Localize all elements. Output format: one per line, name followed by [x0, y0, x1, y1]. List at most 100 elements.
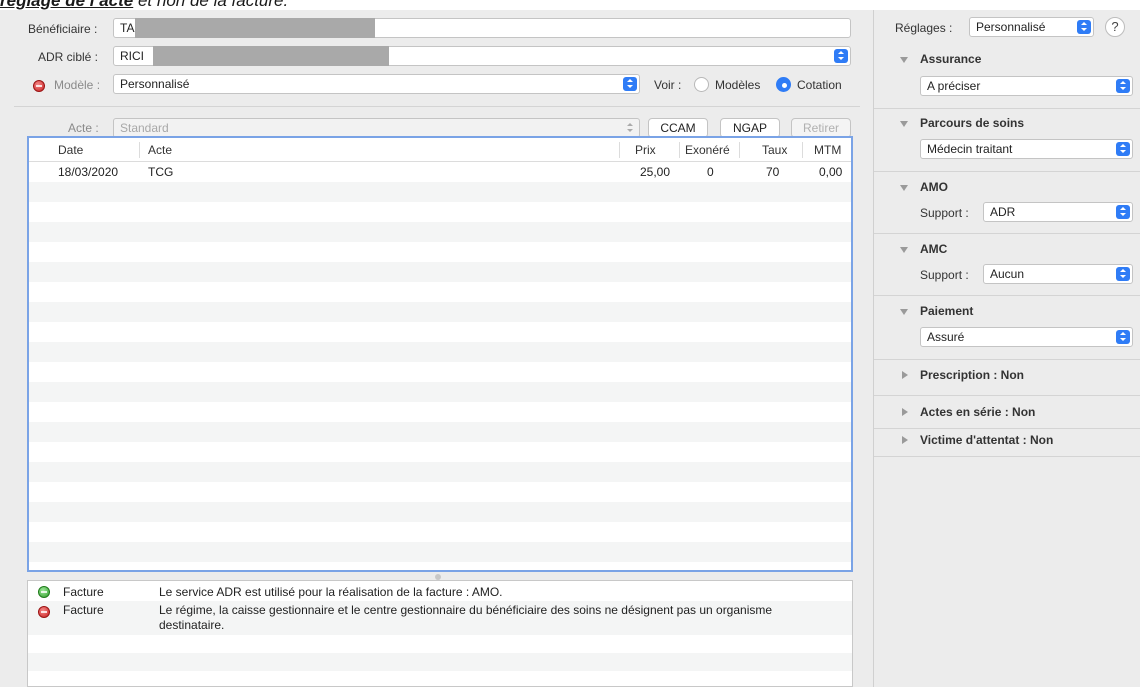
retirer-button[interactable]: Retirer: [791, 118, 851, 138]
empty-row: [29, 342, 851, 362]
column-header-mtm[interactable]: MTM: [814, 143, 841, 157]
radio-cotation[interactable]: [776, 77, 791, 92]
disclosure-open-icon[interactable]: [900, 309, 908, 315]
empty-row: [28, 671, 852, 686]
help-button[interactable]: ?: [1105, 17, 1125, 37]
success-status-icon: [38, 586, 50, 598]
amc-title[interactable]: AMC: [920, 242, 947, 256]
select-arrows-icon: [1116, 330, 1130, 344]
empty-row: [29, 382, 851, 402]
empty-row: [29, 402, 851, 422]
prescription-section[interactable]: Prescription : Non: [920, 368, 1024, 382]
error-status-icon: [33, 80, 45, 92]
ccam-button[interactable]: CCAM: [648, 118, 708, 138]
disclosure-closed-icon[interactable]: [902, 371, 908, 379]
amo-support-select[interactable]: ADR: [983, 202, 1133, 222]
reglages-select[interactable]: Personnalisé: [969, 17, 1094, 37]
settings-sidebar: Réglages : Personnalisé ? Assurance A pr…: [873, 10, 1140, 687]
assurance-title[interactable]: Assurance: [920, 52, 981, 66]
acte-select: Standard: [113, 118, 640, 138]
message-type: Facture: [63, 585, 104, 599]
column-header-exonere[interactable]: Exonéré: [685, 143, 730, 157]
separator: [874, 171, 1140, 172]
ngap-button[interactable]: NGAP: [720, 118, 780, 138]
column-header-prix[interactable]: Prix: [635, 143, 656, 157]
message-text: Le régime, la caisse gestionnaire et le …: [159, 603, 773, 632]
separator: [874, 428, 1140, 429]
cell-acte: TCG: [148, 165, 174, 179]
column-header-date[interactable]: Date: [58, 143, 83, 157]
acts-table[interactable]: Date Acte Prix Exonéré Taux MTM 18/03/20…: [27, 136, 853, 572]
select-arrows-icon: [834, 49, 848, 63]
separator: [874, 295, 1140, 296]
parcours-select[interactable]: Médecin traitant: [920, 139, 1133, 159]
messages-list[interactable]: Facture Le service ADR est utilisé pour …: [27, 580, 853, 687]
paiement-title[interactable]: Paiement: [920, 304, 973, 318]
empty-row: [29, 422, 851, 442]
select-arrows-icon: [1116, 267, 1130, 281]
select-arrows-icon: [623, 121, 637, 135]
redacted-adr: [153, 46, 389, 66]
select-arrows-icon: [1116, 142, 1130, 156]
empty-row: [29, 362, 851, 382]
paiement-select[interactable]: Assuré: [920, 327, 1133, 347]
table-row[interactable]: 18/03/2020 TCG 25,00 0 70 0,00: [29, 162, 851, 182]
select-arrows-icon: [1116, 205, 1130, 219]
victime-section[interactable]: Victime d'attentat : Non: [920, 433, 1053, 447]
separator: [874, 395, 1140, 396]
cell-prix: 25,00: [640, 165, 671, 179]
radio-modeles[interactable]: [694, 77, 709, 92]
empty-row: [29, 562, 851, 570]
amo-title[interactable]: AMO: [920, 180, 948, 194]
voir-label: Voir :: [654, 78, 682, 92]
modele-select[interactable]: Personnalisé: [113, 74, 640, 94]
column-header-acte[interactable]: Acte: [148, 143, 172, 157]
column-separator: [139, 142, 140, 158]
empty-row: [29, 282, 851, 302]
list-item[interactable]: Facture Le service ADR est utilisé pour …: [28, 583, 852, 601]
empty-row: [28, 653, 852, 671]
select-arrows-icon: [1116, 79, 1130, 93]
select-arrows-icon: [623, 77, 637, 91]
empty-row: [29, 462, 851, 482]
disclosure-closed-icon[interactable]: [902, 408, 908, 416]
disclosure-open-icon[interactable]: [900, 121, 908, 127]
empty-row: [29, 482, 851, 502]
message-text: Le service ADR est utilisé pour la réali…: [159, 585, 503, 599]
disclosure-open-icon[interactable]: [900, 247, 908, 253]
empty-row: [29, 262, 851, 282]
amc-support-label: Support :: [920, 268, 969, 282]
redacted-beneficiaire: [135, 18, 375, 38]
empty-row: [29, 322, 851, 342]
empty-row: [29, 182, 851, 202]
cell-exonere: 0: [707, 165, 714, 179]
radio-cotation-label[interactable]: Cotation: [797, 78, 842, 92]
separator: [874, 233, 1140, 234]
actes-serie-section[interactable]: Actes en série : Non: [920, 405, 1035, 419]
list-item[interactable]: Facture Le régime, la caisse gestionnair…: [28, 601, 852, 635]
empty-row: [28, 635, 852, 653]
table-header: Date Acte Prix Exonéré Taux MTM: [29, 138, 851, 162]
empty-row: [29, 442, 851, 462]
empty-row: [29, 242, 851, 262]
disclosure-open-icon[interactable]: [900, 57, 908, 63]
modele-label: Modèle :: [54, 78, 101, 92]
parcours-title[interactable]: Parcours de soins: [920, 116, 1024, 130]
amc-support-select[interactable]: Aucun: [983, 264, 1133, 284]
error-status-icon: [38, 606, 50, 618]
cell-date: 18/03/2020: [58, 165, 119, 179]
empty-row: [29, 522, 851, 542]
radio-modeles-label[interactable]: Modèles: [715, 78, 760, 92]
column-separator: [619, 142, 620, 158]
disclosure-closed-icon[interactable]: [902, 436, 908, 444]
disclosure-open-icon[interactable]: [900, 185, 908, 191]
column-header-taux[interactable]: Taux: [762, 143, 787, 157]
separator: [14, 106, 860, 107]
reglages-label: Réglages :: [895, 21, 953, 35]
empty-row: [29, 542, 851, 562]
assurance-select[interactable]: A préciser: [920, 76, 1133, 96]
empty-row: [29, 302, 851, 322]
empty-row: [29, 222, 851, 242]
separator: [874, 359, 1140, 360]
select-arrows-icon: [1077, 20, 1091, 34]
